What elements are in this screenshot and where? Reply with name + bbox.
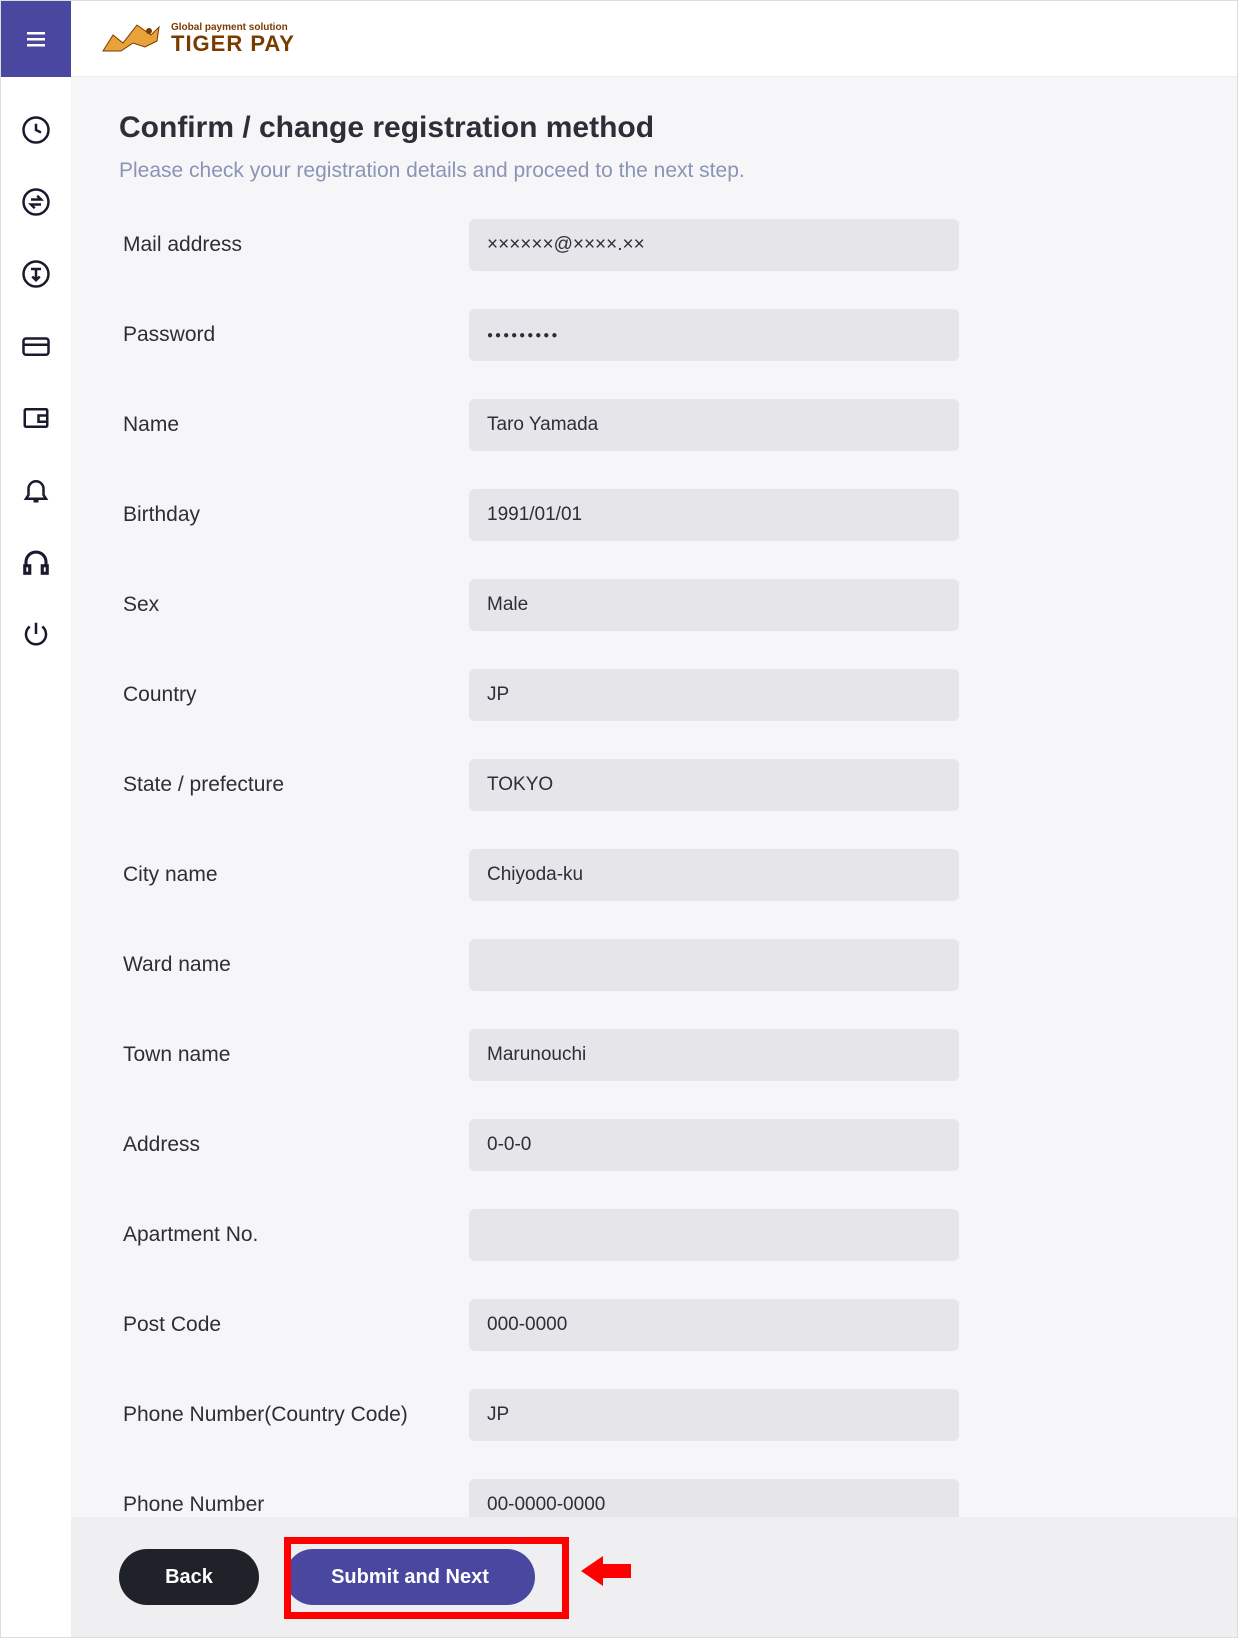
row-birthday: Birthday1991/01/01 xyxy=(119,489,1189,541)
label-apartment: Apartment No. xyxy=(119,1223,469,1247)
value-town: Marunouchi xyxy=(469,1029,959,1081)
label-sex: Sex xyxy=(119,593,469,617)
value-phonecc: JP xyxy=(469,1389,959,1441)
header: Global payment solution TIGER PAY xyxy=(1,1,1237,77)
footer-bar: Back Submit and Next xyxy=(71,1517,1237,1637)
label-phonecc: Phone Number(Country Code) xyxy=(119,1403,469,1427)
row-town: Town nameMarunouchi xyxy=(119,1029,1189,1081)
tiger-logo-icon xyxy=(99,17,163,61)
label-city: City name xyxy=(119,863,469,887)
value-city: Chiyoda-ku xyxy=(469,849,959,901)
label-town: Town name xyxy=(119,1043,469,1067)
label-mail: Mail address xyxy=(119,233,469,257)
row-phonecc: Phone Number(Country Code)JP xyxy=(119,1389,1189,1441)
label-country: Country xyxy=(119,683,469,707)
nav-bell-icon[interactable] xyxy=(21,475,51,505)
form: Mail address××××××@××××.×× Password●●●●●… xyxy=(119,219,1189,1621)
value-mail: ××××××@××××.×× xyxy=(469,219,959,271)
value-state: TOKYO xyxy=(469,759,959,811)
nav-headphones-icon[interactable] xyxy=(21,547,51,577)
row-sex: SexMale xyxy=(119,579,1189,631)
nav-wallet-icon[interactable] xyxy=(21,403,51,433)
value-country: JP xyxy=(469,669,959,721)
label-name: Name xyxy=(119,413,469,437)
row-postcode: Post Code000-0000 xyxy=(119,1299,1189,1351)
row-ward: Ward name xyxy=(119,939,1189,991)
nav-exchange-icon[interactable] xyxy=(21,187,51,217)
label-address: Address xyxy=(119,1133,469,1157)
back-button[interactable]: Back xyxy=(119,1549,259,1605)
value-name: Taro Yamada xyxy=(469,399,959,451)
label-ward: Ward name xyxy=(119,953,469,977)
label-birthday: Birthday xyxy=(119,503,469,527)
page-subtitle: Please check your registration details a… xyxy=(119,159,1189,183)
row-apartment: Apartment No. xyxy=(119,1209,1189,1261)
label-postcode: Post Code xyxy=(119,1313,469,1337)
value-sex: Male xyxy=(469,579,959,631)
hamburger-icon xyxy=(24,27,48,51)
nav-power-icon[interactable] xyxy=(21,619,51,649)
nav-clock-icon[interactable] xyxy=(21,115,51,145)
value-address: 0-0-0 xyxy=(469,1119,959,1171)
logo[interactable]: Global payment solution TIGER PAY xyxy=(99,17,295,61)
hamburger-menu-button[interactable] xyxy=(1,1,71,77)
row-password: Password●●●●●●●●● xyxy=(119,309,1189,361)
value-postcode: 000-0000 xyxy=(469,1299,959,1351)
nav-card-icon[interactable] xyxy=(21,331,51,361)
submit-and-next-button[interactable]: Submit and Next xyxy=(285,1549,535,1605)
sidebar xyxy=(1,77,71,1637)
row-country: CountryJP xyxy=(119,669,1189,721)
row-name: NameTaro Yamada xyxy=(119,399,1189,451)
row-state: State / prefectureTOKYO xyxy=(119,759,1189,811)
nav-transfer-icon[interactable] xyxy=(21,259,51,289)
row-mail: Mail address××××××@××××.×× xyxy=(119,219,1189,271)
value-birthday: 1991/01/01 xyxy=(469,489,959,541)
content: Confirm / change registration method Ple… xyxy=(71,77,1237,1637)
value-ward xyxy=(469,939,959,991)
logo-big-text: TIGER PAY xyxy=(171,33,295,55)
label-password: Password xyxy=(119,323,469,347)
row-city: City nameChiyoda-ku xyxy=(119,849,1189,901)
value-password: ●●●●●●●●● xyxy=(469,309,959,361)
label-state: State / prefecture xyxy=(119,773,469,797)
row-address: Address0-0-0 xyxy=(119,1119,1189,1171)
page-title: Confirm / change registration method xyxy=(119,111,1189,145)
label-phone: Phone Number xyxy=(119,1493,469,1517)
logo-text: Global payment solution TIGER PAY xyxy=(171,23,295,55)
value-apartment xyxy=(469,1209,959,1261)
